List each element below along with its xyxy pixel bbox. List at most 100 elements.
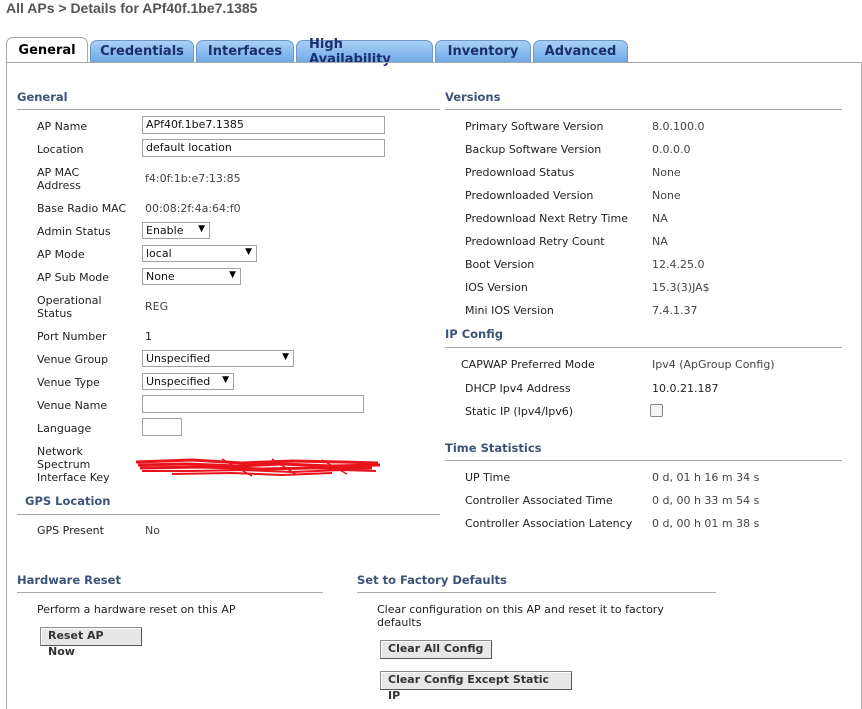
tab-credentials[interactable]: Credentials — [90, 40, 194, 62]
gps-section-divider — [17, 514, 440, 515]
versions-row-label: Mini IOS Version — [465, 304, 554, 317]
venue-type-label: Venue Type — [37, 376, 100, 389]
static-ip-checkbox[interactable] — [650, 404, 663, 417]
ap-mode-label: AP Mode — [37, 248, 85, 261]
time-statistics-row-value: 0 d, 00 h 01 m 38 s — [652, 517, 760, 530]
versions-row-label: Backup Software Version — [465, 143, 602, 156]
factory-defaults-section-divider — [357, 592, 716, 593]
ap-mac-label-line1: AP MAC — [37, 166, 80, 179]
versions-section-title: Versions — [445, 90, 501, 104]
location-label: Location — [37, 143, 84, 156]
tab-interfaces[interactable]: Interfaces — [196, 40, 294, 62]
clear-config-except-static-ip-button[interactable]: Clear Config Except Static IP — [380, 671, 572, 702]
factory-defaults-section-title: Set to Factory Defaults — [357, 573, 507, 587]
versions-row-label: Predownload Status — [465, 166, 575, 179]
ap-mac-label-line2: Address — [37, 179, 81, 192]
ap-sub-mode-select-value: None — [146, 270, 175, 283]
versions-row-value: 0.0.0.0 — [652, 143, 691, 156]
nsi-key-label-line3: Interface Key — [37, 471, 110, 484]
venue-group-select-value: Unspecified — [146, 352, 211, 365]
language-label: Language — [37, 422, 92, 435]
port-number-label: Port Number — [37, 330, 107, 343]
language-input[interactable] — [142, 418, 182, 436]
versions-row-value: 15.3(3)JA$ — [652, 281, 710, 294]
venue-name-input[interactable] — [142, 395, 364, 413]
tab-bar: General Credentials Interfaces High Avai… — [6, 37, 630, 67]
time-statistics-row-label: UP Time — [465, 471, 511, 484]
versions-row-value: None — [652, 166, 681, 179]
location-input[interactable]: default location — [142, 139, 385, 157]
hardware-reset-section-title: Hardware Reset — [17, 573, 121, 587]
ap-mode-select-value: local — [146, 247, 172, 260]
hardware-reset-section-divider — [17, 592, 323, 593]
gps-present-value: No — [145, 524, 160, 537]
gps-present-label: GPS Present — [37, 524, 104, 537]
operational-status-label-line1: Operational — [37, 294, 102, 307]
venue-type-select[interactable]: Unspecified ▼ — [142, 373, 234, 390]
redacted-key-value — [135, 458, 381, 477]
time-statistics-row-value: 0 d, 00 h 33 m 54 s — [652, 494, 760, 507]
venue-group-label: Venue Group — [37, 353, 109, 366]
venue-type-select-value: Unspecified — [146, 375, 211, 388]
factory-defaults-description-line1: Clear configuration on this AP and reset… — [377, 603, 664, 616]
versions-row-label: Boot Version — [465, 258, 535, 271]
time-statistics-section-title: Time Statistics — [445, 441, 542, 455]
versions-row-label: Primary Software Version — [465, 120, 604, 133]
versions-row-label: Predownload Next Retry Time — [465, 212, 628, 225]
port-number-value: 1 — [145, 330, 152, 343]
time-statistics-row-value: 0 d, 01 h 16 m 34 s — [652, 471, 760, 484]
admin-status-label: Admin Status — [37, 225, 111, 238]
chevron-down-icon: ▼ — [222, 375, 229, 385]
versions-row-value: 7.4.1.37 — [652, 304, 698, 317]
versions-row-value: 8.0.100.0 — [652, 120, 705, 133]
ap-sub-mode-select[interactable]: None ▼ — [142, 268, 241, 285]
ap-sub-mode-label: AP Sub Mode — [37, 271, 110, 284]
nsi-key-label-line1: Network — [37, 445, 83, 458]
versions-row-label: Predownload Retry Count — [465, 235, 605, 248]
ip-config-section-divider — [445, 347, 842, 348]
dhcp-ipv4-value: 10.0.21.187 — [652, 382, 719, 395]
time-statistics-row-label: Controller Associated Time — [465, 494, 613, 507]
tab-inventory[interactable]: Inventory — [435, 40, 531, 62]
ap-name-input[interactable]: APf40f.1be7.1385 — [142, 116, 385, 134]
ap-mac-value: f4:0f:1b:e7:13:85 — [145, 172, 241, 185]
factory-defaults-description-line2: defaults — [377, 616, 422, 629]
versions-section-divider — [445, 109, 842, 110]
ap-name-label: AP Name — [37, 120, 88, 133]
admin-status-select-value: Enable — [146, 224, 184, 237]
venue-name-label: Venue Name — [37, 399, 108, 412]
capwap-mode-label: CAPWAP Preferred Mode — [461, 358, 595, 371]
static-ip-label: Static IP (Ipv4/Ipv6) — [465, 405, 574, 418]
operational-status-label-line2: Status — [37, 307, 73, 320]
operational-status-value: REG — [145, 300, 169, 313]
versions-row-value: NA — [652, 235, 668, 248]
dhcp-ipv4-label: DHCP Ipv4 Address — [465, 382, 571, 395]
general-section-divider — [17, 109, 440, 110]
base-radio-mac-value: 00:08:2f:4a:64:f0 — [145, 202, 241, 215]
ap-mode-select[interactable]: local ▼ — [142, 245, 257, 262]
nsi-key-label-line2: Spectrum — [37, 458, 91, 471]
ip-config-section-title: IP Config — [445, 327, 503, 341]
chevron-down-icon: ▼ — [229, 270, 236, 280]
chevron-down-icon: ▼ — [198, 224, 205, 234]
reset-ap-now-button[interactable]: Reset AP Now — [40, 627, 142, 658]
versions-row-value: None — [652, 189, 681, 202]
versions-row-value: 12.4.25.0 — [652, 258, 705, 271]
chevron-down-icon: ▼ — [282, 352, 289, 362]
tab-general[interactable]: General — [6, 37, 88, 62]
time-statistics-section-divider — [445, 460, 842, 461]
versions-row-value: NA — [652, 212, 668, 225]
tab-high-availability[interactable]: High Availability — [296, 37, 433, 67]
admin-status-select[interactable]: Enable ▼ — [142, 222, 210, 239]
tab-advanced[interactable]: Advanced — [533, 40, 628, 62]
venue-group-select[interactable]: Unspecified ▼ — [142, 350, 294, 367]
hardware-reset-description: Perform a hardware reset on this AP — [37, 603, 236, 616]
versions-row-label: Predownloaded Version — [465, 189, 594, 202]
capwap-mode-value: Ipv4 (ApGroup Config) — [652, 358, 775, 371]
versions-row-label: IOS Version — [465, 281, 528, 294]
general-section-title: General — [17, 90, 68, 104]
page-title: All APs > Details for APf40f.1be7.1385 — [6, 0, 258, 16]
chevron-down-icon: ▼ — [245, 247, 252, 257]
time-statistics-row-label: Controller Association Latency — [465, 517, 633, 530]
clear-all-config-button[interactable]: Clear All Config — [380, 640, 492, 659]
